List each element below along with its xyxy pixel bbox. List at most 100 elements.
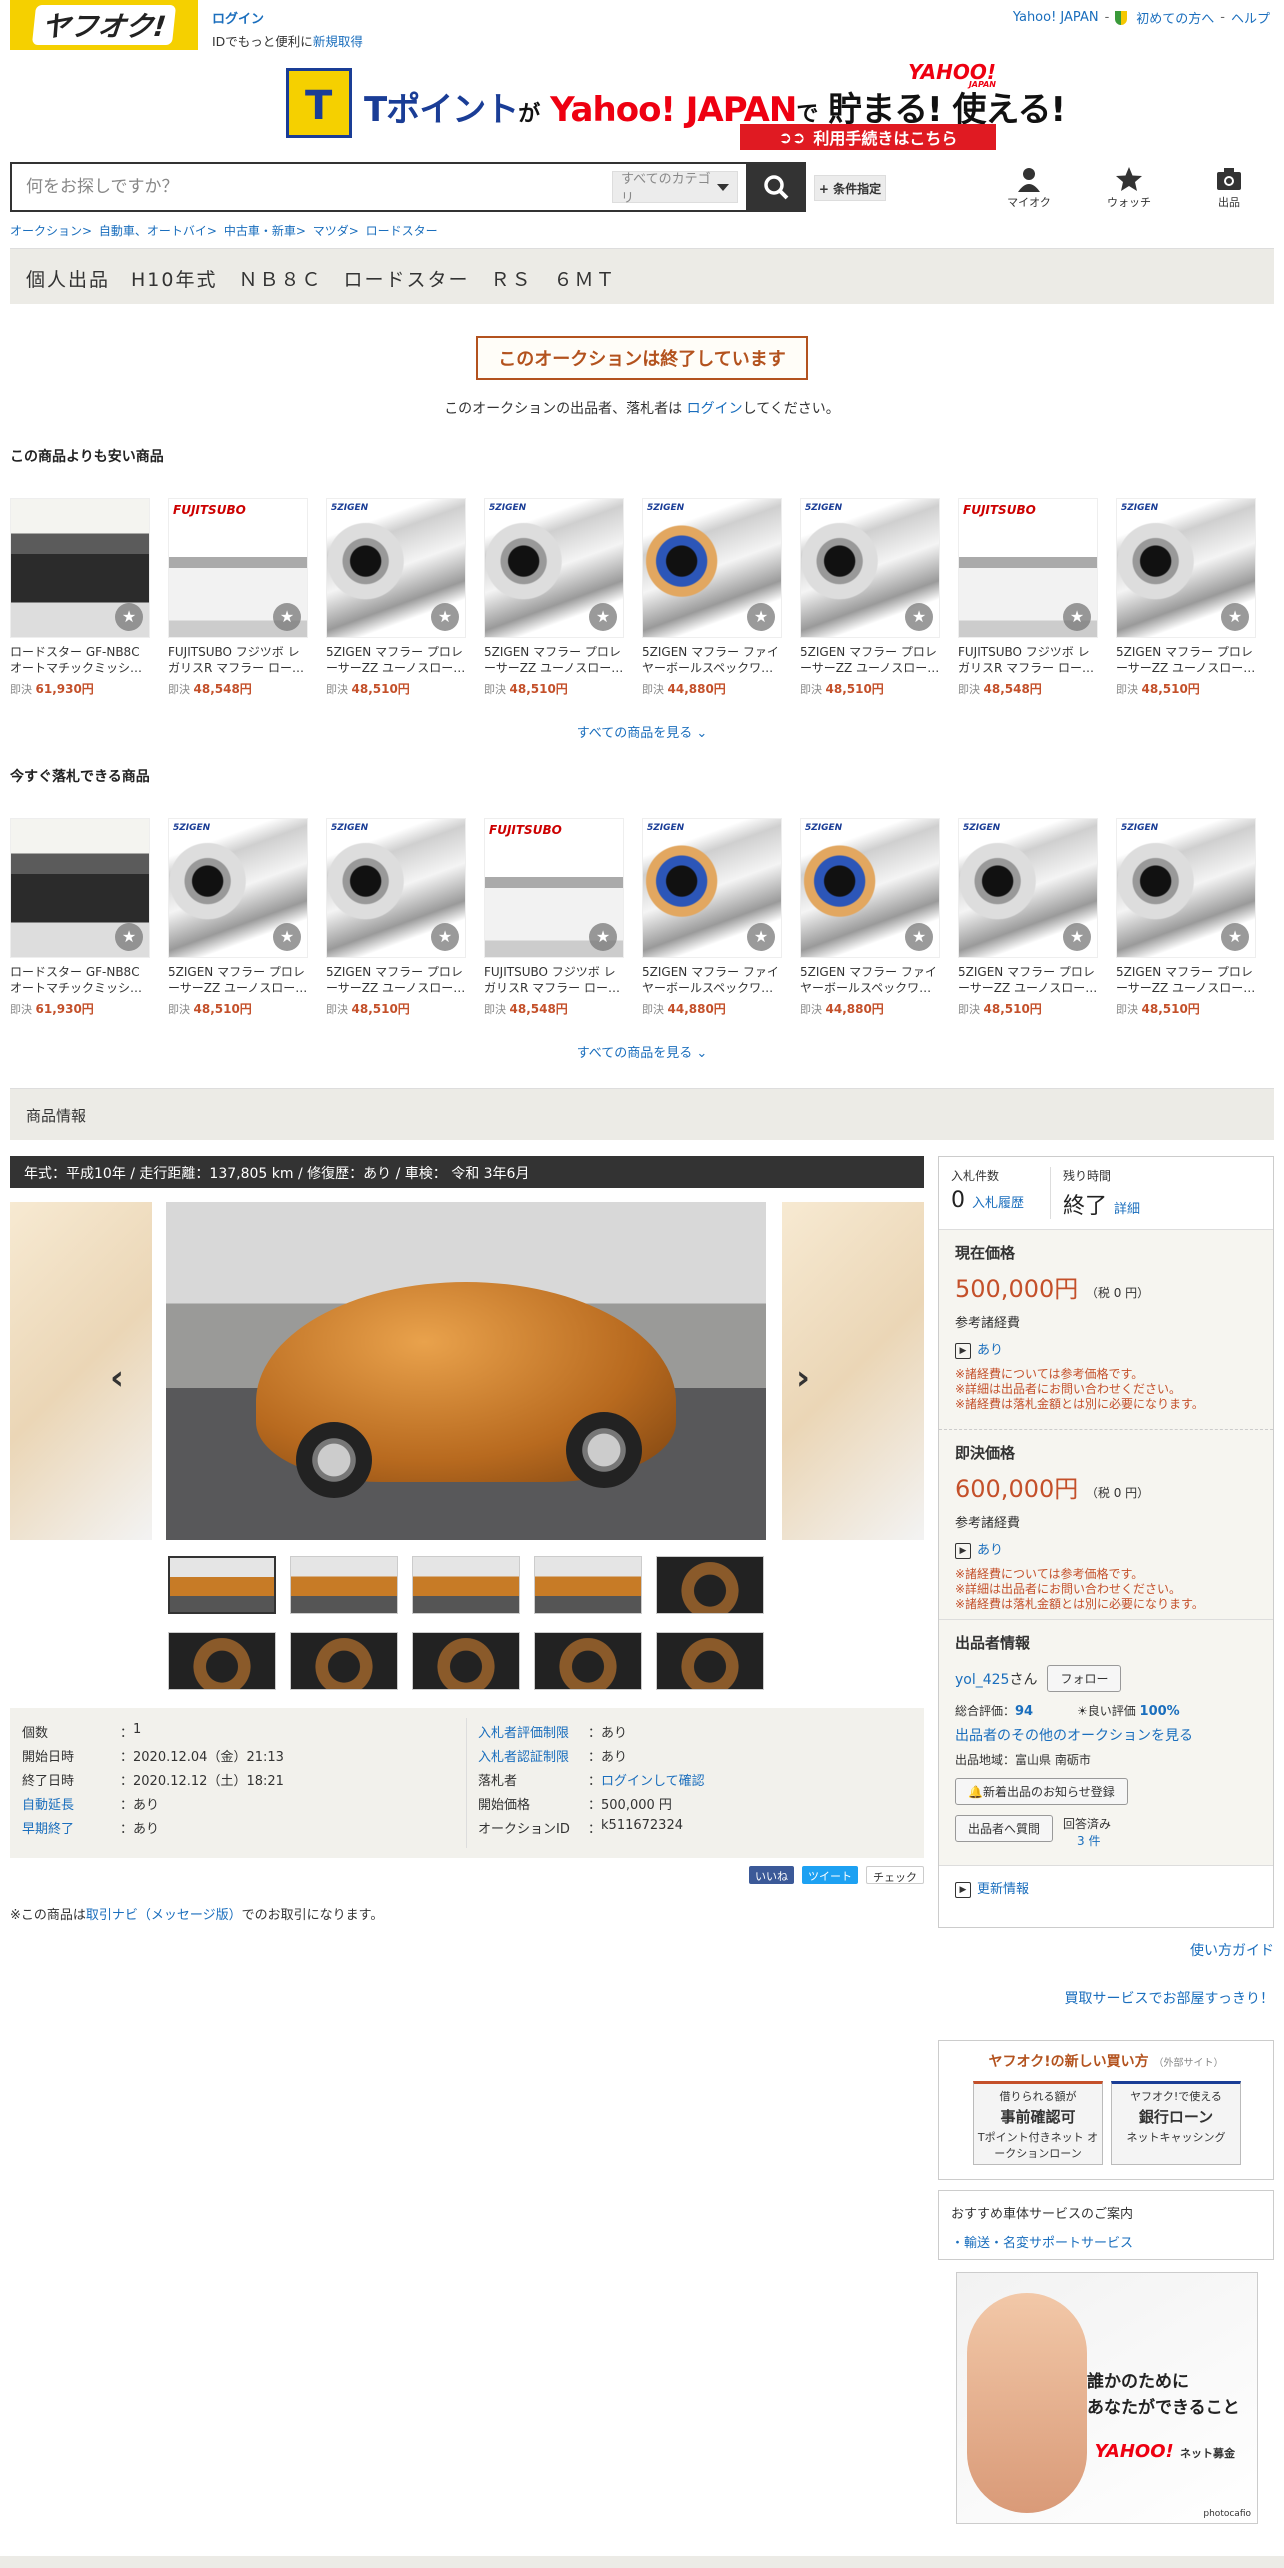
product-image[interactable]: 5ZIGEN ★ [326,498,466,638]
answered-count-link[interactable]: 3 件 [1077,1834,1100,1848]
update-info-link[interactable]: 更新情報 [977,1882,1029,1897]
product-card[interactable]: FUJITSUBO ★ FUJITSUBO フジツボ レガリスR マフラー ロー… 即… [168,498,326,697]
product-image[interactable]: FUJITSUBO ★ [168,498,308,638]
facebook-like-button[interactable]: いいね [749,1866,794,1884]
cheaper-more-link[interactable]: すべての商品を見る ⌄ [0,722,1284,741]
product-card[interactable]: 5ZIGEN ★ 5ZIGEN マフラー プロレーサーZZ ユーノスロー… 即決 48… [1116,498,1274,697]
sell-button[interactable]: 出品 [1194,166,1264,210]
yafuoku-logo[interactable]: ヤフオク! [10,0,198,50]
charity-ad[interactable]: 誰かのために あなたができること YAHOO! ネット募金 photocafio [956,2272,1258,2524]
breadcrumb-vehicles[interactable]: 自動車、オートバイ [99,224,207,238]
breadcrumb-roadster[interactable]: ロードスター [366,224,438,238]
product-card[interactable]: 5ZIGEN ★ 5ZIGEN マフラー プロレーサーZZ ユーノスロー… 即決 48… [326,818,484,1017]
product-image[interactable]: 5ZIGEN ★ [1116,498,1256,638]
watch-star-icon[interactable]: ★ [115,603,143,631]
watch-star-icon[interactable]: ★ [747,603,775,631]
product-card[interactable]: 5ZIGEN ★ 5ZIGEN マフラー ファイヤーボールスペックワ… 即決 44,8… [800,818,958,1017]
trade-navi-link[interactable]: 取引ナビ（メッセージ版） [86,1908,242,1923]
ref-cost-link-2[interactable]: あり [977,1543,1003,1558]
detail-key-link[interactable]: 入札者評価制限 [478,1722,588,1746]
product-title[interactable]: FUJITSUBO フジツボ レガリスR マフラー ロー… [958,644,1098,676]
product-title[interactable]: 5ZIGEN マフラー ファイヤーボールスペックワ… [642,964,782,996]
watch-star-icon[interactable]: ★ [747,923,775,951]
next-arrow-icon[interactable]: › [796,1358,810,1398]
product-title[interactable]: 5ZIGEN マフラー プロレーサーZZ ユーノスロー… [168,964,308,996]
check-button[interactable]: チェック [866,1866,924,1884]
watch-star-icon[interactable]: ★ [1063,923,1091,951]
guide-link[interactable]: 使い方ガイド [938,1940,1274,1960]
login-link[interactable]: ログイン [212,8,363,27]
detail-link[interactable]: 詳細 [1114,1202,1140,1217]
product-card[interactable]: 5ZIGEN ★ 5ZIGEN マフラー プロレーサーZZ ユーノスロー… 即決 48… [1116,818,1274,1017]
follow-button[interactable]: フォロー [1047,1665,1122,1692]
product-card[interactable]: 5ZIGEN ★ 5ZIGEN マフラー プロレーサーZZ ユーノスロー… 即決 48… [958,818,1116,1017]
product-card[interactable]: 5ZIGEN ★ 5ZIGEN マフラー プロレーサーZZ ユーノスロー… 即決 48… [168,818,326,1017]
tpoint-banner[interactable]: T Tポイントが Yahoo! JAPANで 貯まる! 使える! YAHOO! J… [286,60,1066,152]
beginner-link[interactable]: 初めての方へ [1136,8,1214,27]
watch-star-icon[interactable]: ★ [589,923,617,951]
product-card[interactable]: 5ZIGEN ★ 5ZIGEN マフラー ファイヤーボールスペックワ… 即決 44,8… [642,498,800,697]
notify-button[interactable]: 🔔新着出品のお知らせ登録 [955,1778,1128,1805]
product-title[interactable]: 5ZIGEN マフラー プロレーサーZZ ユーノスロー… [326,964,466,996]
kaitori-link[interactable]: 買取サービスでお部屋すっきり！ [938,1988,1274,2008]
product-image[interactable]: 5ZIGEN ★ [642,498,782,638]
conditions-button[interactable]: + 条件指定 [814,175,886,201]
product-image[interactable]: ★ [10,818,150,958]
help-link[interactable]: ヘルプ [1231,8,1270,27]
product-card[interactable]: 5ZIGEN ★ 5ZIGEN マフラー プロレーサーZZ ユーノスロー… 即決 48… [326,498,484,697]
detail-key-link[interactable]: 早期終了 [22,1818,120,1842]
transport-service-link[interactable]: ・輸送・名変サポートサービス [951,2236,1133,2251]
product-image[interactable]: 5ZIGEN ★ [1116,818,1256,958]
product-title[interactable]: 5ZIGEN マフラー プロレーサーZZ ユーノスロー… [1116,644,1256,676]
product-title[interactable]: FUJITSUBO フジツボ レガリスR マフラー ロー… [484,964,624,996]
search-input[interactable] [12,165,612,209]
thumbnail[interactable] [656,1632,764,1690]
watch-star-icon[interactable]: ★ [431,923,459,951]
myauc-button[interactable]: マイオク [994,166,1064,210]
watch-button[interactable]: ウォッチ [1094,166,1164,210]
product-card[interactable]: 5ZIGEN ★ 5ZIGEN マフラー プロレーサーZZ ユーノスロー… 即決 48… [800,498,958,697]
product-card[interactable]: ★ ロードスター GF-NB8C オートマチックミッシ… 即決 61,930円 [10,818,168,1017]
bank-loan-card[interactable]: ヤフオク!で使える 銀行ローン ネットキャッシング [1111,2081,1241,2165]
watch-star-icon[interactable]: ★ [1221,603,1249,631]
watch-star-icon[interactable]: ★ [115,923,143,951]
watch-star-icon[interactable]: ★ [431,603,459,631]
watch-star-icon[interactable]: ★ [589,603,617,631]
detail-value-link[interactable]: ログインして確認 [601,1770,705,1794]
watch-star-icon[interactable]: ★ [1221,923,1249,951]
thumbnail[interactable] [534,1556,642,1614]
product-title[interactable]: 5ZIGEN マフラー ファイヤーボールスペックワ… [800,964,940,996]
product-card[interactable]: FUJITSUBO ★ FUJITSUBO フジツボ レガリスR マフラー ロー… 即… [484,818,642,1017]
prev-arrow-icon[interactable]: ‹ [110,1358,124,1398]
thumbnail[interactable] [168,1556,276,1614]
product-title[interactable]: FUJITSUBO フジツボ レガリスR マフラー ロー… [168,644,308,676]
tpoint-signup-button[interactable]: ➲➲ 利用手続きはこちら [740,124,996,150]
product-title[interactable]: 5ZIGEN マフラー ファイヤーボールスペックワ… [642,644,782,676]
breadcrumb-auction[interactable]: オークション [10,224,82,238]
main-product-image[interactable] [166,1202,766,1540]
product-title[interactable]: 5ZIGEN マフラー プロレーサーZZ ユーノスロー… [800,644,940,676]
product-image[interactable]: 5ZIGEN ★ [800,818,940,958]
product-title[interactable]: ロードスター GF-NB8C オートマチックミッシ… [10,644,150,676]
watch-star-icon[interactable]: ★ [905,923,933,951]
buynow-more-link[interactable]: すべての商品を見る ⌄ [0,1042,1284,1061]
product-image[interactable]: FUJITSUBO ★ [484,818,624,958]
bid-history-link[interactable]: 入札履歴 [972,1196,1024,1211]
seller-name-link[interactable]: yol_425 [955,1672,1009,1688]
breadcrumb-mazda[interactable]: マツダ [313,224,349,238]
product-image[interactable]: 5ZIGEN ★ [168,818,308,958]
loan-precheck-card[interactable]: 借りられる額が 事前確認可 Tポイント付きネット オークションローン [973,2081,1103,2165]
watch-star-icon[interactable]: ★ [273,603,301,631]
thumbnail[interactable] [290,1556,398,1614]
product-title[interactable]: ロードスター GF-NB8C オートマチックミッシ… [10,964,150,996]
product-image[interactable]: 5ZIGEN ★ [484,498,624,638]
product-card[interactable]: 5ZIGEN ★ 5ZIGEN マフラー プロレーサーZZ ユーノスロー… 即決 48… [484,498,642,697]
product-title[interactable]: 5ZIGEN マフラー プロレーサーZZ ユーノスロー… [484,644,624,676]
watch-star-icon[interactable]: ★ [905,603,933,631]
ask-seller-button[interactable]: 出品者へ質問 [955,1815,1054,1842]
thumbnail[interactable] [534,1632,642,1690]
product-image[interactable]: 5ZIGEN ★ [326,818,466,958]
thumbnail[interactable] [412,1632,520,1690]
search-button[interactable] [746,162,806,212]
product-image[interactable]: ★ [10,498,150,638]
